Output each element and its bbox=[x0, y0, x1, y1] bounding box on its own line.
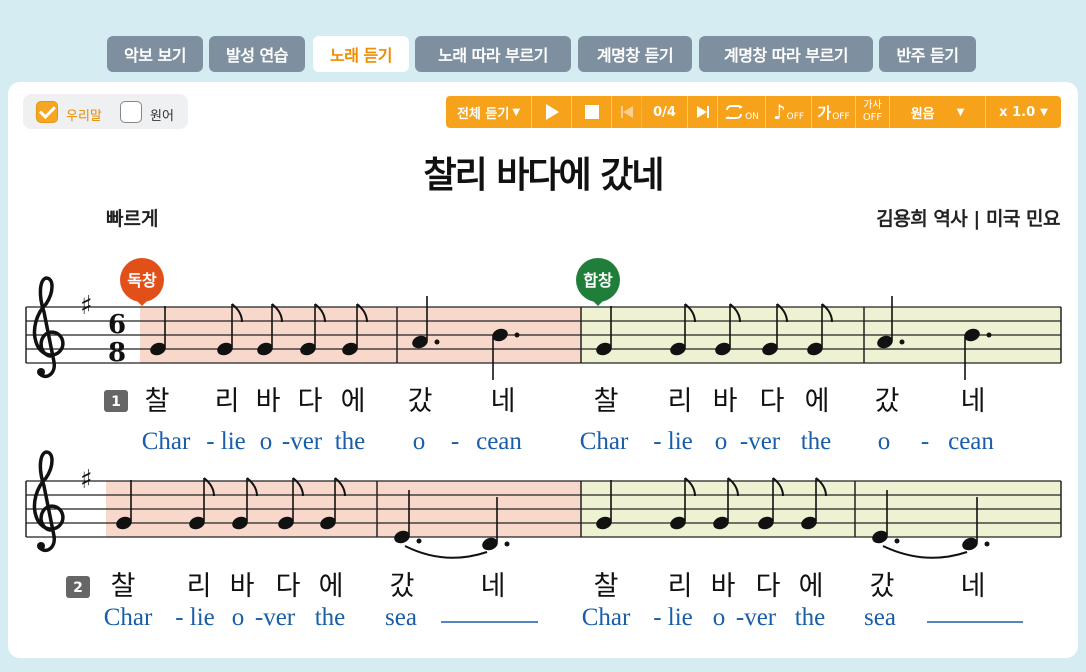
lyric-word: - lie bbox=[653, 604, 693, 631]
lyric-syllable: 갔 bbox=[390, 571, 415, 602]
lyric-word: -ver bbox=[255, 604, 296, 631]
lyric-word: cean bbox=[948, 428, 994, 455]
lyric-word: Char bbox=[580, 428, 629, 455]
lyric-syllable: 리 bbox=[215, 386, 240, 417]
lyric-syllable: 바 bbox=[230, 571, 255, 602]
lyric-syllable: 네 bbox=[961, 386, 986, 417]
lyric-word: o bbox=[232, 604, 245, 631]
lyric-syllable: 갔 bbox=[408, 386, 433, 417]
lyric-word: Char bbox=[582, 604, 631, 631]
lyric-word: -ver bbox=[282, 428, 323, 455]
lyric-syllable: 네 bbox=[481, 571, 506, 602]
lyric-syllable: 네 bbox=[961, 571, 986, 602]
lyric-syllable: 네 bbox=[491, 386, 516, 417]
lyric-word: the bbox=[315, 604, 346, 631]
music-score: ♯ ♯ 6 8 독창 합창 1 찰 리 바 다 에 갔 네 찰 리 바 다 에 … bbox=[25, 258, 1062, 631]
lyric-syllable: 갔 bbox=[875, 386, 900, 417]
lyric-word: sea bbox=[385, 604, 417, 631]
treble-clef-icon bbox=[32, 276, 65, 379]
lyric-syllable: 찰 bbox=[594, 571, 619, 602]
lyric-word: sea bbox=[864, 604, 896, 631]
lyric-syllable: 에 bbox=[805, 386, 830, 417]
lyric-word: - lie bbox=[206, 428, 246, 455]
lyric-syllable: 다 bbox=[298, 386, 323, 417]
time-sig-bottom: 8 bbox=[108, 338, 126, 368]
lyric-word: o bbox=[260, 428, 273, 455]
lyric-word: the bbox=[795, 604, 826, 631]
lyric-word: Char bbox=[142, 428, 191, 455]
lyric-word: o bbox=[713, 604, 726, 631]
solo-badge: 독창 bbox=[120, 258, 164, 306]
verse-2: 2 찰 리 바 다 에 갔 네 찰 리 바 다 에 갔 네 Char - lie… bbox=[66, 571, 1023, 631]
sharp-icon: ♯ bbox=[80, 291, 93, 321]
lyric-syllable: 리 bbox=[668, 571, 693, 602]
chorus-badge: 합창 bbox=[576, 258, 620, 306]
lyric-word: - lie bbox=[653, 428, 693, 455]
lyric-syllable: 찰 bbox=[594, 386, 619, 417]
lyric-syllable: 다 bbox=[276, 571, 301, 602]
tie bbox=[404, 545, 488, 559]
lyric-word: o bbox=[715, 428, 728, 455]
lyric-word: - bbox=[451, 428, 459, 455]
lyric-syllable: 바 bbox=[713, 386, 738, 417]
lyric-syllable: 리 bbox=[187, 571, 212, 602]
lyric-word: - bbox=[921, 428, 929, 455]
chorus-badge-text: 합창 bbox=[583, 271, 613, 290]
solo-badge-text: 독창 bbox=[127, 271, 157, 290]
lyric-word: - lie bbox=[175, 604, 215, 631]
lyric-word: Char bbox=[104, 604, 153, 631]
lyric-word: the bbox=[801, 428, 832, 455]
lyric-syllable: 찰 bbox=[145, 386, 170, 417]
lyric-syllable: 바 bbox=[711, 571, 736, 602]
lyric-syllable: 에 bbox=[799, 571, 824, 602]
lyric-syllable: 다 bbox=[760, 386, 785, 417]
lyric-syllable: 갔 bbox=[870, 571, 895, 602]
lyric-syllable: 에 bbox=[341, 386, 366, 417]
lyric-word: -ver bbox=[740, 428, 781, 455]
lyric-syllable: 에 bbox=[319, 571, 344, 602]
treble-clef-icon bbox=[32, 450, 65, 553]
verse-number: 1 bbox=[111, 394, 121, 410]
verse-number: 2 bbox=[73, 580, 83, 596]
lyric-word: the bbox=[335, 428, 366, 455]
lyric-word: o bbox=[413, 428, 426, 455]
time-sig-top: 6 bbox=[108, 310, 126, 340]
lyric-syllable: 리 bbox=[668, 386, 693, 417]
tie bbox=[882, 545, 968, 559]
lyric-syllable: 다 bbox=[756, 571, 781, 602]
lyric-word: -ver bbox=[736, 604, 777, 631]
verse-1: 1 찰 리 바 다 에 갔 네 찰 리 바 다 에 갔 네 Char - lie… bbox=[104, 386, 994, 455]
sharp-icon: ♯ bbox=[80, 465, 93, 495]
lyric-syllable: 찰 bbox=[111, 571, 136, 602]
lyric-word: cean bbox=[476, 428, 522, 455]
lyric-word: o bbox=[878, 428, 891, 455]
lyric-syllable: 바 bbox=[256, 386, 281, 417]
